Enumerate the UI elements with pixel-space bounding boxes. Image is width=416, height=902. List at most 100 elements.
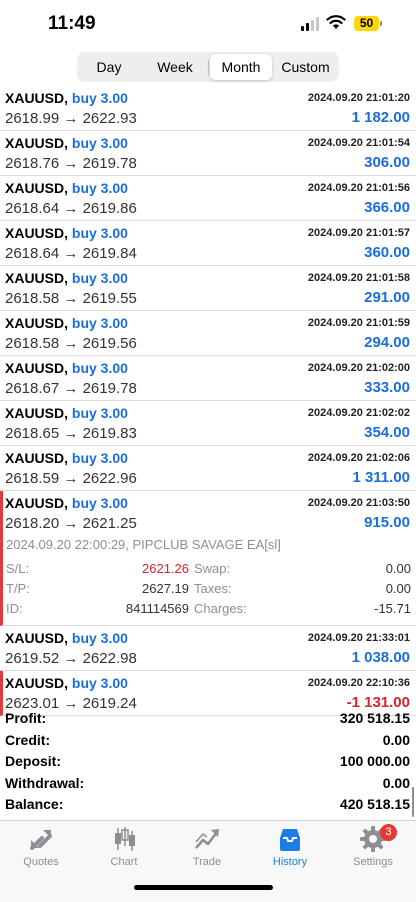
details-row: ID: 841114569 Charges: -15.71 (6, 601, 411, 619)
quotes-icon (30, 830, 52, 850)
summary-label: Profit: (5, 710, 47, 726)
summary-row-deposit: Deposit: 100 000.00 (0, 751, 416, 773)
charges-value: -15.71 (374, 601, 411, 616)
account-summary: Profit: 320 518.15 Credit: 0.00 Deposit:… (0, 708, 416, 816)
deal-row[interactable]: XAUUSD, buy 3.00 2024.09.20 21:02:06 261… (0, 446, 416, 491)
notification-badge: 3 (380, 824, 397, 841)
deal-symbol: XAUUSD, buy 3.00 (5, 630, 128, 646)
deal-prices: 2618.64 → 2619.84 (5, 245, 137, 262)
deal-symbol: XAUUSD, buy 3.00 (5, 360, 128, 376)
deal-prices: 2618.58 → 2619.56 (5, 335, 137, 352)
tab-day[interactable]: Day (79, 54, 139, 80)
deal-profit: 1 182.00 (351, 109, 410, 126)
id-value: 841114569 (125, 601, 189, 616)
deal-row-expanded[interactable]: XAUUSD, buy 3.00 2024.09.20 21:03:50 261… (0, 491, 416, 535)
deal-prices: 2618.59 → 2622.96 (5, 470, 137, 487)
tp-value: 2627.19 (142, 581, 189, 596)
deal-prices: 2618.76 → 2619.78 (5, 155, 137, 172)
deal-profit: 366.00 (364, 199, 410, 216)
charges-label: Charges: (194, 601, 247, 616)
tab-quotes[interactable]: Quotes (6, 826, 76, 876)
deal-symbol: XAUUSD, buy 3.00 (5, 675, 128, 691)
tab-month[interactable]: Month (210, 54, 272, 80)
deal-row[interactable]: XAUUSD, buy 3.00 2024.09.20 21:01:56 261… (0, 176, 416, 221)
chart-icon (115, 827, 135, 851)
deal-time: 2024.09.20 22:10:36 (307, 677, 410, 689)
summary-value: 320 518.15 (339, 710, 410, 726)
deal-row[interactable]: XAUUSD, buy 3.00 2024.09.20 21:33:01 261… (0, 626, 416, 671)
deal-time: 2024.09.20 21:02:06 (307, 452, 410, 464)
deal-time: 2024.09.20 21:01:20 (307, 92, 410, 104)
taxes-label: Taxes: (194, 581, 232, 596)
summary-row-withdrawal: Withdrawal: 0.00 (0, 773, 416, 795)
taxes-value: 0.00 (385, 581, 411, 596)
tab-settings[interactable]: 3 Settings (338, 824, 408, 876)
deal-profit: 291.00 (364, 289, 410, 306)
deal-time: 2024.09.20 21:01:58 (307, 272, 410, 284)
deal-profit: 306.00 (364, 154, 410, 171)
deal-comment: 2024.09.20 22:00:29, PIPCLUB SAVAGE EA[s… (6, 537, 281, 552)
deal-row[interactable]: XAUUSD, buy 3.00 2024.09.20 21:01:54 261… (0, 131, 416, 176)
deal-profit: 294.00 (364, 334, 410, 351)
tab-label: History (272, 856, 308, 868)
deal-row[interactable]: XAUUSD, buy 3.00 2024.09.20 21:01:20 261… (0, 86, 416, 131)
deal-symbol: XAUUSD, buy 3.00 (5, 450, 128, 466)
deal-type: buy 3.00 (71, 180, 128, 196)
tab-custom[interactable]: Custom (274, 54, 337, 80)
summary-label: Withdrawal: (5, 774, 85, 791)
deal-time: 2024.09.20 21:02:02 (307, 407, 410, 419)
summary-label: Balance: (5, 796, 64, 812)
summary-label: Deposit: (5, 753, 61, 769)
home-indicator[interactable] (134, 885, 273, 890)
deal-type: buy 3.00 (71, 135, 128, 151)
summary-value: 420 518.15 (339, 796, 410, 812)
deal-type: buy 3.00 (71, 270, 128, 286)
wifi-icon (326, 15, 346, 29)
deal-time: 2024.09.20 21:01:57 (307, 227, 410, 239)
summary-row-profit: Profit: 320 518.15 (0, 708, 416, 730)
sl-label: S/L: (6, 561, 30, 576)
deal-prices: 2619.52 → 2622.98 (5, 650, 137, 667)
deal-row[interactable]: XAUUSD, buy 3.00 2024.09.20 21:01:58 261… (0, 266, 416, 311)
deal-row[interactable]: XAUUSD, buy 3.00 2024.09.20 21:02:02 261… (0, 401, 416, 446)
summary-value: 0.00 (382, 774, 410, 791)
summary-value: 0.00 (382, 731, 410, 748)
deal-type: buy 3.00 (71, 450, 128, 466)
deal-details-panel: 2024.09.20 22:00:29, PIPCLUB SAVAGE EA[s… (0, 535, 416, 626)
period-segmented-control: Day Week Month Custom (77, 52, 339, 82)
deal-row[interactable]: XAUUSD, buy 3.00 2024.09.20 21:01:59 261… (0, 311, 416, 356)
deal-symbol: XAUUSD, buy 3.00 (5, 180, 128, 196)
deal-profit: 1 311.00 (352, 469, 410, 486)
deal-time: 2024.09.20 21:03:50 (307, 497, 410, 509)
deal-profit: 915.00 (364, 514, 410, 531)
tab-history[interactable]: History (255, 826, 325, 876)
deal-symbol: XAUUSD, buy 3.00 (5, 225, 128, 241)
tab-trade[interactable]: Trade (172, 826, 242, 876)
tp-label: T/P: (6, 581, 30, 596)
tab-label: Chart (110, 856, 138, 868)
deal-prices: 2618.99 → 2622.93 (5, 110, 137, 127)
deal-row[interactable]: XAUUSD, buy 3.00 2024.09.20 21:01:57 261… (0, 221, 416, 266)
deal-symbol: XAUUSD, buy 3.00 (5, 405, 128, 421)
deal-profit: 333.00 (364, 379, 410, 396)
deal-time: 2024.09.20 21:02:00 (307, 362, 410, 374)
scroll-indicator[interactable] (412, 787, 414, 817)
summary-row-credit: Credit: 0.00 (0, 730, 416, 752)
deal-prices: 2618.65 → 2619.83 (5, 425, 137, 442)
battery-icon: 50 (354, 16, 379, 31)
tab-week[interactable]: Week (143, 54, 207, 80)
summary-label: Credit: (5, 731, 51, 748)
summary-value: 100 000.00 (339, 753, 410, 769)
deal-type: buy 3.00 (71, 360, 128, 376)
battery-cap (380, 21, 382, 26)
deal-type: buy 3.00 (71, 495, 128, 511)
deal-type: buy 3.00 (71, 675, 128, 691)
summary-row-balance: Balance: 420 518.15 (0, 794, 416, 816)
tab-label: Trade (192, 856, 222, 868)
tab-chart[interactable]: Chart (89, 826, 159, 876)
status-bar: 11:49 50 (0, 0, 416, 50)
cellular-signal-icon (301, 17, 319, 31)
deal-profit: 360.00 (364, 244, 410, 261)
trade-icon (195, 829, 219, 849)
deal-row[interactable]: XAUUSD, buy 3.00 2024.09.20 21:02:00 261… (0, 356, 416, 401)
